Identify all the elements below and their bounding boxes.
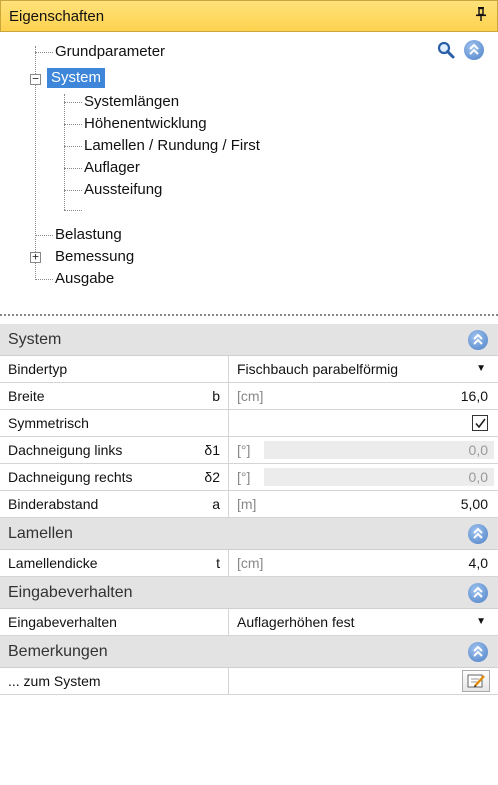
panel-splitter[interactable] — [0, 314, 498, 317]
tree-item-systemlaengen[interactable]: Systemlängen — [84, 92, 179, 112]
section-lamellen[interactable]: Lamellen — [0, 518, 498, 550]
property-row-symmetrisch: Symmetrisch — [0, 410, 498, 437]
edit-note-button[interactable] — [462, 670, 490, 692]
bindertyp-dropdown[interactable]: Fischbauch parabelförmig ▼ — [229, 356, 498, 382]
property-row-dachneigung-rechts: Dachneigung rechts δ2 [°] 0,0 — [0, 464, 498, 491]
unit-label: [°] — [237, 469, 251, 485]
tree-item-bemessung[interactable]: Bemessung — [55, 247, 134, 267]
property-row-breite: Breite b [cm] 16,0 — [0, 383, 498, 410]
unit-label: [cm] — [237, 388, 264, 404]
property-label: Binderabstand — [8, 496, 99, 512]
collapse-section-icon[interactable] — [468, 330, 488, 350]
property-label: Breite — [8, 388, 45, 404]
property-label: Bindertyp — [0, 356, 229, 382]
tree-item-system[interactable]: System — [47, 68, 106, 88]
value-text: 0,0 — [468, 442, 488, 458]
property-symbol: a — [187, 491, 229, 517]
property-row-dachneigung-links: Dachneigung links δ1 [°] 0,0 — [0, 437, 498, 464]
property-row-eingabeverhalten: Eingabeverhalten Auflagerhöhen fest ▼ — [0, 609, 498, 636]
property-label: Symmetrisch — [0, 410, 229, 436]
property-label: Lamellendicke — [8, 555, 98, 571]
tree-item-hoehenentwicklung[interactable]: Höhenentwicklung — [84, 114, 207, 134]
pin-icon[interactable] — [475, 7, 487, 24]
property-label: Eingabeverhalten — [0, 609, 229, 635]
navigation-tree: − + Grundparameter System Systemlängen H… — [0, 32, 498, 302]
tree-expander-bemessung[interactable]: + — [30, 251, 41, 263]
tree-item-aussteifung[interactable]: Aussteifung — [84, 180, 162, 200]
section-system[interactable]: System — [0, 324, 498, 356]
collapse-all-icon[interactable] — [464, 40, 484, 60]
section-title: System — [8, 330, 62, 348]
tree-item-ausgabe[interactable]: Ausgabe — [55, 269, 114, 289]
property-label: ... zum System — [0, 668, 229, 694]
symmetrisch-checkbox[interactable] — [472, 415, 488, 431]
section-eingabeverhalten[interactable]: Eingabeverhalten — [0, 577, 498, 609]
dachneigung-links-input: [°] 0,0 — [229, 437, 498, 463]
tree-item-lamellen-rundung-first[interactable]: Lamellen / Rundung / First — [84, 136, 260, 156]
property-row-lamellendicke: Lamellendicke t [cm] 4,0 — [0, 550, 498, 577]
section-title: Bemerkungen — [8, 642, 108, 660]
property-symbol: b — [187, 383, 229, 409]
property-row-zum-system: ... zum System — [0, 668, 498, 695]
eingabeverhalten-dropdown[interactable]: Auflagerhöhen fest ▼ — [229, 609, 498, 635]
property-label: Dachneigung rechts — [8, 469, 133, 485]
value-text: 0,0 — [468, 469, 488, 485]
value-text: 5,00 — [460, 496, 488, 512]
dropdown-value: Auflagerhöhen fest — [237, 614, 355, 630]
property-symbol: δ1 — [187, 437, 229, 463]
chevron-down-icon[interactable]: ▼ — [476, 356, 486, 382]
edit-icon — [467, 674, 485, 688]
section-title: Eingabeverhalten — [8, 583, 133, 601]
property-row-bindertyp: Bindertyp Fischbauch parabelförmig ▼ — [0, 356, 498, 383]
breite-input[interactable]: [cm] 16,0 — [229, 383, 498, 409]
binderabstand-input[interactable]: [m] 5,00 — [229, 491, 498, 517]
value-text: 16,0 — [460, 388, 488, 404]
collapse-section-icon[interactable] — [468, 524, 488, 544]
unit-label: [°] — [237, 442, 251, 458]
panel-title: Eigenschaften — [9, 7, 105, 25]
tree-item-grundparameter[interactable]: Grundparameter — [55, 42, 165, 62]
property-symbol: t — [187, 550, 229, 576]
properties-title-bar: Eigenschaften — [0, 0, 498, 32]
tree-expander-system[interactable]: − — [30, 73, 41, 85]
dropdown-value: Fischbauch parabelförmig — [237, 361, 399, 377]
collapse-section-icon[interactable] — [468, 583, 488, 603]
search-icon[interactable] — [436, 40, 456, 60]
dachneigung-rechts-input: [°] 0,0 — [229, 464, 498, 490]
unit-label: [m] — [237, 496, 257, 512]
property-label: Dachneigung links — [8, 442, 123, 458]
tree-item-auflager[interactable]: Auflager — [84, 158, 140, 178]
property-row-binderabstand: Binderabstand a [m] 5,00 — [0, 491, 498, 518]
value-text: 4,0 — [468, 555, 488, 571]
collapse-section-icon[interactable] — [468, 642, 488, 662]
lamellendicke-input[interactable]: [cm] 4,0 — [229, 550, 498, 576]
property-symbol: δ2 — [187, 464, 229, 490]
chevron-down-icon[interactable]: ▼ — [476, 609, 486, 635]
tree-item-belastung[interactable]: Belastung — [55, 225, 122, 245]
property-grid: System Bindertyp Fischbauch parabelförmi… — [0, 324, 498, 695]
section-bemerkungen[interactable]: Bemerkungen — [0, 636, 498, 668]
section-title: Lamellen — [8, 524, 73, 542]
unit-label: [cm] — [237, 555, 264, 571]
